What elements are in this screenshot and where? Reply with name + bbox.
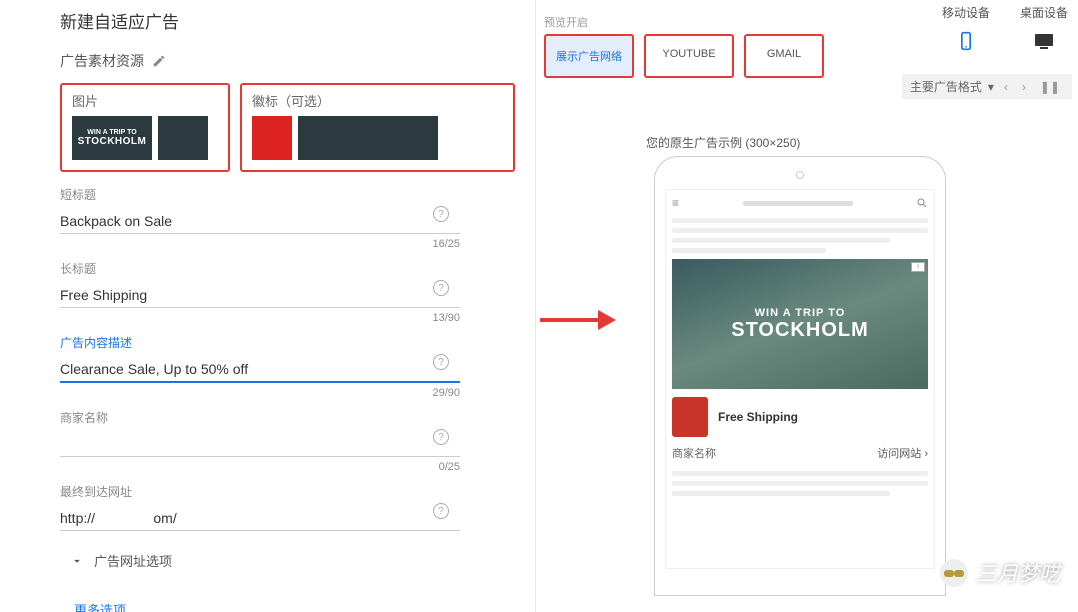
logo-thumb bbox=[298, 116, 438, 160]
ad-title-preview: Free Shipping bbox=[718, 410, 798, 424]
search-icon bbox=[916, 197, 928, 209]
image-thumb bbox=[158, 116, 208, 160]
format-dropdown[interactable]: 主要广告格式 ▾ ‹ › ❚❚ bbox=[902, 74, 1072, 99]
help-icon[interactable]: ? bbox=[433, 503, 449, 519]
ad-biz-preview: 商家名称 bbox=[672, 445, 716, 461]
chevron-down-icon bbox=[70, 554, 84, 568]
long-headline-field: 长标题 ? 13/90 bbox=[60, 260, 515, 324]
dropdown-icon: ▾ bbox=[988, 80, 994, 94]
pause-icon[interactable]: ❚❚ bbox=[1036, 80, 1064, 94]
prev-icon[interactable]: ‹ bbox=[1000, 80, 1012, 94]
visit-link: 访问网站 › bbox=[877, 445, 928, 461]
ad-logo-preview bbox=[672, 397, 708, 437]
hamburger-icon: ≡ bbox=[672, 196, 679, 210]
image-assets-box[interactable]: 图片 WIN A TRIP TOSTOCKHOLM bbox=[60, 83, 230, 172]
description-input[interactable] bbox=[60, 357, 460, 383]
tab-gmail[interactable]: GMAIL bbox=[744, 34, 824, 78]
wechat-icon bbox=[940, 559, 968, 587]
help-icon[interactable]: ? bbox=[433, 280, 449, 296]
final-url-field: 最终到达网址 ? bbox=[60, 483, 515, 531]
watermark: 三月梦呓 bbox=[940, 558, 1060, 588]
image-thumb: WIN A TRIP TOSTOCKHOLM bbox=[72, 116, 152, 160]
description-field: 广告内容描述 ? 29/90 bbox=[60, 334, 515, 399]
help-icon[interactable]: ? bbox=[433, 354, 449, 370]
logo-thumb bbox=[252, 116, 292, 160]
ad-info-icon: i bbox=[911, 262, 925, 272]
desktop-tab[interactable]: 桌面设备 bbox=[1020, 4, 1068, 53]
logo-assets-box[interactable]: 徽标（可选） bbox=[240, 83, 515, 172]
mobile-icon bbox=[956, 29, 976, 53]
url-options-expand[interactable]: 广告网址选项 bbox=[70, 551, 515, 570]
more-options-link[interactable]: 更多选项 bbox=[74, 600, 515, 612]
business-name-input[interactable] bbox=[60, 432, 460, 457]
help-icon[interactable]: ? bbox=[433, 429, 449, 445]
next-icon[interactable]: › bbox=[1018, 80, 1030, 94]
assets-subtitle: 广告素材资源 bbox=[60, 51, 515, 71]
preview-label: 预览开启 bbox=[544, 14, 588, 30]
desktop-icon bbox=[1032, 29, 1056, 53]
short-headline-input[interactable] bbox=[60, 209, 460, 234]
final-url-input[interactable] bbox=[60, 506, 460, 531]
page-title: 新建自适应广告 bbox=[60, 8, 515, 33]
mobile-tab[interactable]: 移动设备 bbox=[942, 4, 990, 53]
help-icon[interactable]: ? bbox=[433, 206, 449, 222]
tab-display-network[interactable]: 展示广告网络 bbox=[544, 34, 634, 78]
business-name-field: 商家名称 ? 0/25 bbox=[60, 409, 515, 473]
preview-caption: 您的原生广告示例 (300×250) bbox=[646, 134, 800, 151]
arrow-annotation bbox=[536, 300, 616, 340]
pencil-icon[interactable] bbox=[152, 54, 166, 68]
long-headline-input[interactable] bbox=[60, 283, 460, 308]
tab-youtube[interactable]: YOUTUBE bbox=[644, 34, 734, 78]
phone-preview: ≡ i WIN A TRIP TOSTOCKHOLM Free Shipping bbox=[654, 156, 946, 596]
ad-image-preview: i WIN A TRIP TOSTOCKHOLM bbox=[672, 259, 928, 389]
short-headline-field: 短标题 ? 16/25 bbox=[60, 186, 515, 250]
